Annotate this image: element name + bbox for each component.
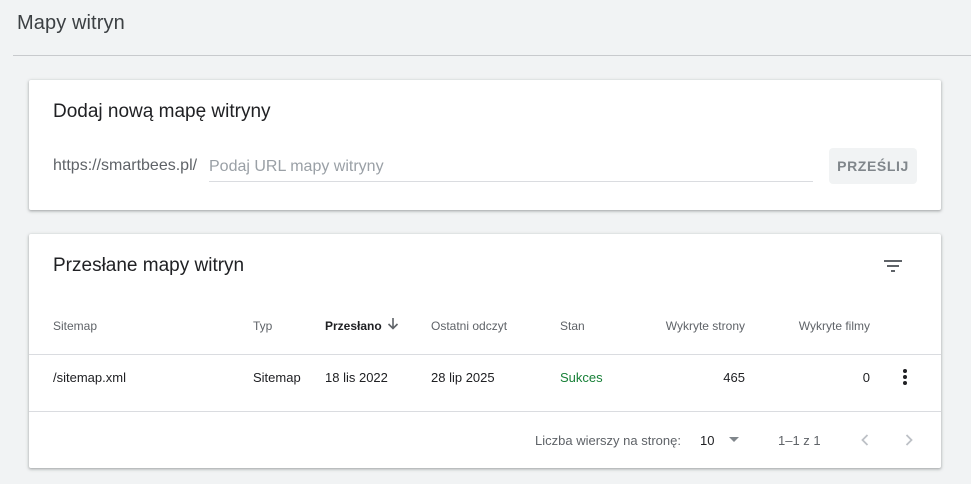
chevron-left-icon[interactable]: [853, 428, 877, 452]
rows-per-page-label: Liczba wierszy na stronę:: [535, 433, 681, 448]
pagination-range: 1–1 z 1: [778, 433, 821, 448]
column-header-last-read[interactable]: Ostatni odczyt: [431, 319, 507, 333]
submit-button[interactable]: PRZEŚLIJ: [829, 148, 917, 184]
more-vert-icon[interactable]: [895, 365, 915, 389]
chevron-down-icon: [729, 437, 739, 442]
cell-submitted: 18 lis 2022: [325, 370, 388, 385]
sitemap-url-input[interactable]: [209, 152, 813, 182]
row-divider: [29, 411, 941, 412]
chevron-right-icon[interactable]: [897, 428, 921, 452]
column-header-videos[interactable]: Wykryte filmy: [769, 319, 870, 333]
submitted-sitemaps-card: Przesłane mapy witryn Sitemap Typ Przesł…: [29, 234, 941, 468]
page-title: Mapy witryn: [17, 12, 125, 34]
header-divider: [29, 354, 941, 355]
column-header-status[interactable]: Stan: [560, 319, 585, 333]
add-sitemap-title: Dodaj nową mapę witryny: [53, 101, 271, 122]
column-header-pages[interactable]: Wykryte strony: [639, 319, 745, 333]
cell-pages: 465: [723, 370, 745, 385]
submitted-sitemaps-title: Przesłane mapy witryn: [53, 255, 245, 276]
rows-per-page-select[interactable]: 10: [695, 428, 743, 452]
cell-last-read: 28 lip 2025: [431, 370, 495, 385]
url-prefix: https://smartbees.pl/: [53, 157, 198, 174]
title-divider: [13, 55, 971, 56]
cell-videos: 0: [862, 370, 870, 385]
add-sitemap-card: Dodaj nową mapę witryny https://smartbee…: [29, 80, 941, 210]
column-header-type[interactable]: Typ: [253, 319, 272, 333]
cell-status: Sukces: [560, 370, 603, 385]
cell-sitemap[interactable]: /sitemap.xml: [53, 370, 126, 385]
column-header-submitted[interactable]: Przesłano: [325, 319, 382, 333]
filter-icon[interactable]: [881, 254, 905, 278]
arrow-down-icon[interactable]: [385, 316, 401, 332]
rows-per-page-value: 10: [700, 433, 715, 448]
cell-type: Sitemap: [253, 370, 301, 385]
column-header-sitemap[interactable]: Sitemap: [53, 319, 97, 333]
